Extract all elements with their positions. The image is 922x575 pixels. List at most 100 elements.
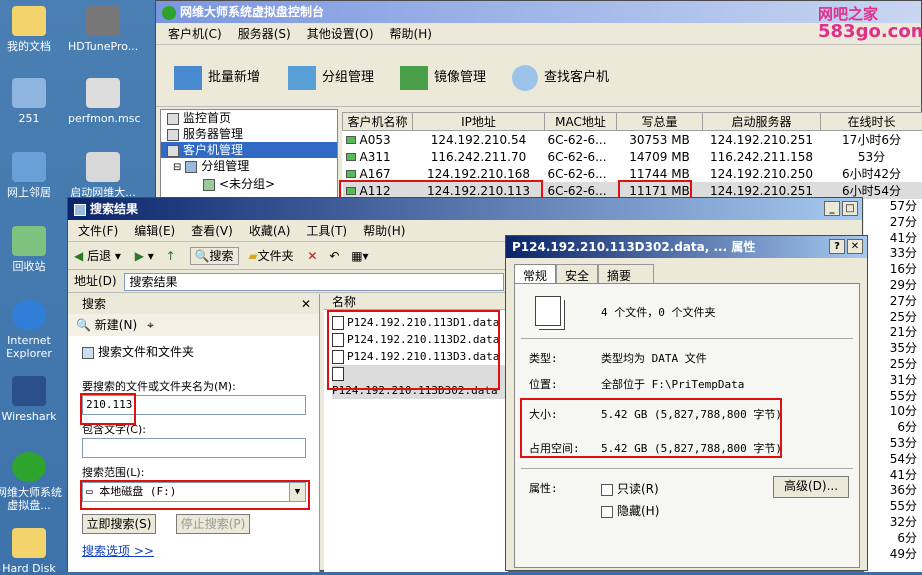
menu-settings[interactable]: 其他设置(O): [299, 23, 382, 45]
desktop-icon-ie[interactable]: Internet Explorer: [0, 300, 64, 360]
desktop-icon-251[interactable]: 251: [0, 78, 64, 125]
desktop-icon-harddisk[interactable]: Hard Disk: [0, 528, 64, 575]
search-icon: 🔍: [195, 249, 210, 263]
online-time-cell: 10分: [864, 404, 922, 420]
views-icon[interactable]: ▦▾: [351, 249, 368, 263]
stop-search-button[interactable]: 停止搜索(P): [176, 514, 250, 534]
col-online[interactable]: 在线时长: [821, 113, 922, 131]
undo-icon[interactable]: ↶: [329, 249, 339, 263]
batch-add-button[interactable]: 批量新增: [174, 63, 260, 93]
online-time-cell: 57分: [864, 199, 922, 215]
online-time-cell: 27分: [864, 215, 922, 231]
collapse-icon[interactable]: ⊟: [173, 162, 181, 173]
online-time-cell: 55分: [864, 389, 922, 405]
desktop-icon-my-documents[interactable]: 我的文档: [0, 6, 64, 53]
menu-help[interactable]: 帮助(H): [382, 23, 440, 45]
netwei-icon: [12, 452, 46, 482]
readonly-checkbox[interactable]: 只读(R): [601, 480, 659, 497]
col-name[interactable]: 客户机名称: [343, 113, 413, 131]
console-menu-bar: 客户机(C)服务器(S)其他设置(O)帮助(H): [156, 23, 921, 45]
search-pane-actions: 🔍 新建(N) ⌖: [68, 314, 319, 336]
col-write[interactable]: 写总量: [617, 113, 703, 131]
desktop-icon-wireshark[interactable]: Wireshark: [0, 376, 64, 423]
menu-server[interactable]: 服务器(S): [230, 23, 299, 45]
online-time-cell: 27分: [864, 294, 922, 310]
contains-input[interactable]: [82, 438, 306, 458]
desktop-icon-hdtune[interactable]: HDTunePro...: [68, 6, 138, 53]
divider: [521, 468, 853, 469]
new-search-button[interactable]: 🔍 新建(N): [76, 318, 137, 332]
watermark-logo: 网吧之家583go.com: [818, 6, 922, 40]
online-time-cell: 36分: [864, 483, 922, 499]
close-pane-icon[interactable]: ✕: [301, 294, 311, 314]
online-time-cell: 35分: [864, 341, 922, 357]
app-icon: [86, 152, 120, 182]
online-time-column-tail: 57分27分41分33分16分29分27分25分21分35分25分31分55分1…: [864, 199, 922, 572]
console-title-bar: 网维大师系统虚拟盘控制台: [156, 1, 921, 23]
up-button[interactable]: ↑: [166, 249, 176, 263]
group-manage-button[interactable]: 分组管理: [288, 63, 374, 93]
monitor-icon: [203, 179, 215, 191]
online-time-cell: 31分: [864, 373, 922, 389]
table-row[interactable]: A311116.242.211.706C-62-6...14709 MB116.…: [343, 148, 922, 165]
table-row[interactable]: A053124.192.210.546C-62-6...30753 MB124.…: [343, 131, 922, 149]
hidden-checkbox[interactable]: 隐藏(H): [601, 502, 659, 519]
online-time-cell: 6分: [864, 531, 922, 547]
search-toggle-button[interactable]: 🔍搜索: [190, 247, 239, 265]
image-icon: [400, 66, 428, 90]
online-time-cell: 32分: [864, 515, 922, 531]
scope-label: 搜索范围(L):: [82, 464, 144, 480]
image-manage-button[interactable]: 镜像管理: [400, 63, 486, 93]
back-arrow-icon: ◀: [74, 249, 83, 263]
col-server[interactable]: 启动服务器: [703, 113, 821, 131]
results-header[interactable]: 名称: [324, 294, 508, 310]
multiple-files-icon: [535, 296, 561, 326]
search-files-icon: [82, 347, 94, 359]
location-value: 全部位于 F:\PriTempData: [601, 376, 744, 392]
menu-help[interactable]: 帮助(H): [355, 220, 413, 242]
find-client-button[interactable]: 查找客户机: [512, 63, 609, 93]
menu-favorites[interactable]: 收藏(A): [241, 220, 299, 242]
folder-icon: ▰: [248, 249, 257, 263]
menu-tools[interactable]: 工具(T): [298, 220, 355, 242]
address-label: 地址(D): [74, 274, 117, 288]
forward-button[interactable]: ▶ ▾: [135, 249, 154, 263]
start-search-button[interactable]: 立即搜索(S): [82, 514, 156, 534]
menu-edit[interactable]: 编辑(E): [126, 220, 183, 242]
desktop-icon-network[interactable]: 网上邻居: [0, 152, 64, 199]
col-ip[interactable]: IP地址: [413, 113, 545, 131]
desktop-icon-recycle[interactable]: 回收站: [0, 226, 64, 273]
search-title: 搜索结果: [90, 202, 138, 216]
type-value: 类型均为 DATA 文件: [601, 350, 707, 366]
search-options-link[interactable]: 搜索选项 >>: [82, 542, 154, 559]
menu-file[interactable]: 文件(F): [70, 220, 126, 242]
tree-item-home[interactable]: 监控首页: [161, 110, 337, 126]
advanced-button[interactable]: 高级(D)...: [773, 476, 849, 498]
delete-icon[interactable]: ✕: [307, 249, 317, 263]
online-time-cell: 25分: [864, 310, 922, 326]
close-button[interactable]: ✕: [847, 239, 863, 254]
general-tab-panel: 4 个文件，0 个文件夹 类型: 类型均为 DATA 文件 位置: 全部位于 F…: [514, 283, 860, 568]
tree-item-ungrouped[interactable]: <未分组>: [161, 176, 337, 192]
back-button[interactable]: ◀ 后退 ▾: [74, 249, 121, 263]
maximize-button[interactable]: □: [842, 201, 858, 216]
menu-view[interactable]: 查看(V): [183, 220, 241, 242]
group-icon: [288, 66, 316, 90]
address-input[interactable]: 搜索结果: [124, 273, 504, 291]
search-pane: 搜索✕ 🔍 新建(N)⌖ 搜索文件和文件夹 要搜索的文件或文件夹名为(M): 2…: [68, 294, 320, 572]
divider: [521, 338, 853, 339]
help-button[interactable]: ?: [829, 239, 845, 254]
minimize-button[interactable]: _: [824, 201, 840, 216]
folders-button[interactable]: ▰文件夹: [248, 249, 293, 263]
attach-icon[interactable]: ⌖: [147, 318, 154, 332]
col-mac[interactable]: MAC地址: [545, 113, 617, 131]
properties-title-bar: P124.192.210.113D302.data, ... 属性 ? ✕: [506, 236, 867, 258]
desktop-icon-netwei[interactable]: 网维大师系统虚拟盘...: [0, 452, 64, 512]
tree-item-client[interactable]: 客户机管理: [161, 142, 337, 158]
tree-item-group[interactable]: ⊟ 分组管理: [161, 158, 337, 176]
desktop-icon-launch[interactable]: 启动网维大...: [68, 152, 138, 199]
desktop-icon-perfmon[interactable]: perfmon.msc: [68, 78, 138, 125]
tree-item-server[interactable]: 服务器管理: [161, 126, 337, 142]
menu-client[interactable]: 客户机(C): [160, 23, 230, 45]
nav-tree: 监控首页 服务器管理 客户机管理 ⊟ 分组管理 <未分组>: [160, 109, 338, 199]
